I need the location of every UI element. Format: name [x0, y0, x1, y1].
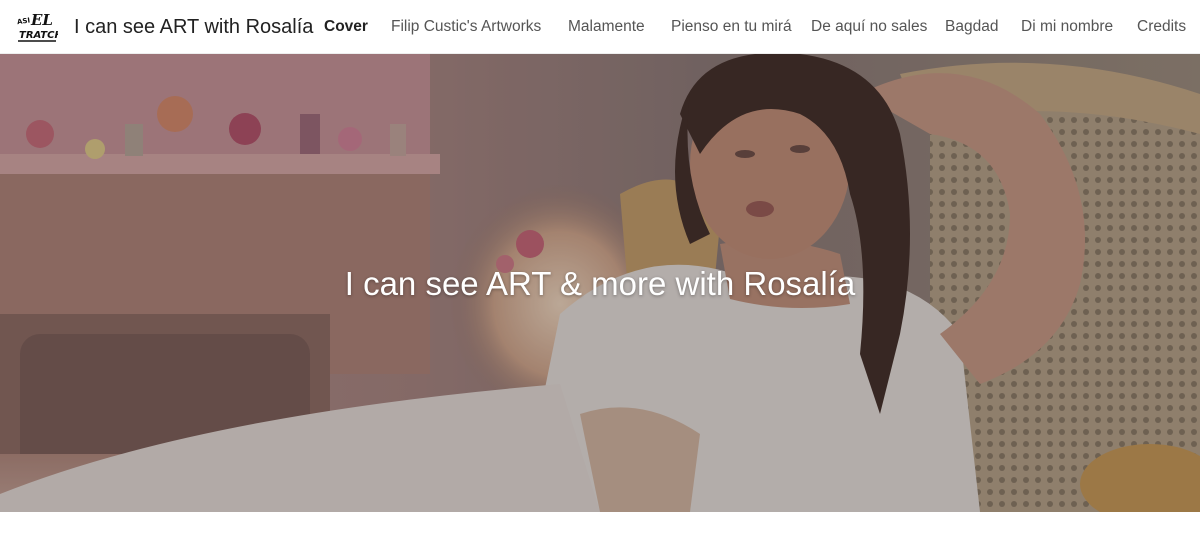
nav-item-malamente[interactable]: Malamente [568, 17, 645, 37]
nav-item-filip-custic-artworks[interactable]: Filip Custic's Artworks [391, 17, 541, 37]
nav-item-cover[interactable]: Cover [324, 17, 368, 37]
nav-item-bagdad[interactable]: Bagdad [945, 17, 998, 37]
nav-item-credits[interactable]: Credits [1137, 17, 1186, 37]
nav-item-di-mi-nombre[interactable]: Di mi nombre [1021, 17, 1113, 37]
top-navigation-bar: ASI EL TRATCHS I can see ART with Rosalí… [0, 0, 1200, 54]
hero-title: I can see ART & more with Rosalía [344, 265, 856, 302]
main-nav: Cover Filip Custic's Artworks Malamente … [0, 0, 1200, 54]
nav-item-de-aqui-no-sales[interactable]: De aquí no sales [811, 17, 927, 37]
hero-banner: I can see ART & more with Rosalía [0, 54, 1200, 512]
page-bottom-area [0, 512, 1200, 537]
nav-item-pienso-en-tu-mira[interactable]: Pienso en tu mirá [671, 17, 792, 37]
